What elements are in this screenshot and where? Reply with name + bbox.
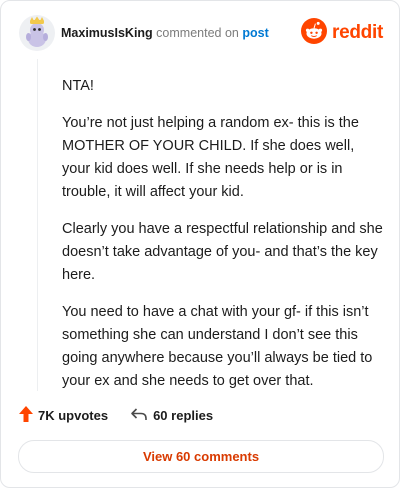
comment-actions: 7K upvotes 60 replies: [19, 404, 213, 426]
post-link[interactable]: post: [242, 26, 268, 40]
comment-paragraph: NTA!: [62, 78, 94, 94]
reddit-logo[interactable]: reddit: [301, 17, 383, 49]
thread-line: [37, 59, 38, 391]
view-comments-button[interactable]: View 60 comments: [18, 440, 384, 473]
user-avatar[interactable]: [19, 15, 55, 51]
reply-count: 60 replies: [153, 407, 214, 423]
comment-meta: MaximusIsKing commented on post: [61, 26, 269, 40]
comment-card: MaximusIsKing commented on post reddit N…: [0, 0, 400, 488]
upvote-arrow-icon: [19, 405, 38, 425]
comment-paragraph: You’re not just helping a random ex- thi…: [62, 115, 359, 200]
action-text: commented on: [156, 26, 239, 40]
reddit-wordmark: reddit: [332, 22, 383, 43]
reply-arrow-icon: [130, 407, 153, 424]
reddit-snoo-icon: [301, 17, 328, 49]
comment-paragraph: You need to have a chat with your gf- if…: [62, 304, 373, 389]
author-name[interactable]: MaximusIsKing: [61, 26, 153, 40]
comment-header: MaximusIsKing commented on post reddit: [19, 15, 383, 51]
upvote-count: 7K upvotes: [38, 407, 109, 423]
upvote-button[interactable]: 7K upvotes: [19, 405, 109, 425]
comment-paragraph: Clearly you have a respectful relationsh…: [62, 221, 383, 283]
reply-button[interactable]: 60 replies: [130, 407, 213, 424]
comment-body: NTA! You’re not just helping a random ex…: [62, 75, 384, 407]
